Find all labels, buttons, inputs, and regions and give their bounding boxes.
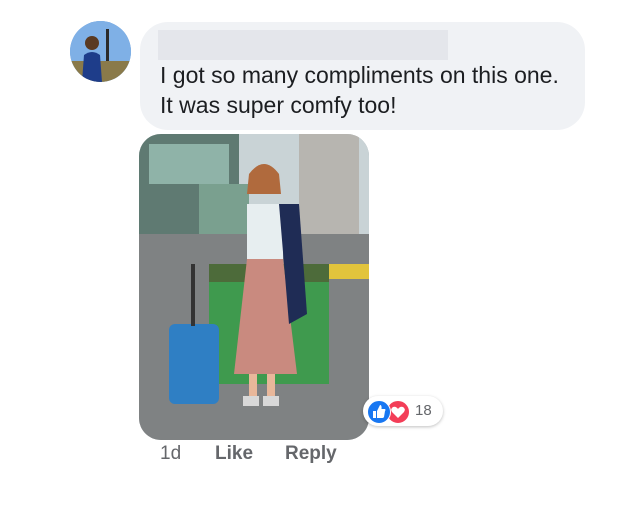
reactions-summary[interactable]: 18 bbox=[363, 396, 443, 426]
avatar[interactable] bbox=[70, 21, 131, 82]
comment: I got so many compliments on this one. I… bbox=[0, 0, 620, 519]
reply-button[interactable]: Reply bbox=[285, 443, 337, 465]
attached-photo[interactable] bbox=[139, 134, 369, 440]
like-button[interactable]: Like bbox=[215, 443, 253, 465]
comment-text: I got so many compliments on this one. I… bbox=[160, 62, 559, 118]
timestamp[interactable]: 1d bbox=[160, 443, 181, 465]
reaction-count: 18 bbox=[415, 402, 432, 419]
like-icon bbox=[367, 400, 391, 424]
author-name-redacted[interactable] bbox=[158, 30, 448, 60]
avatar-photo bbox=[70, 21, 131, 82]
